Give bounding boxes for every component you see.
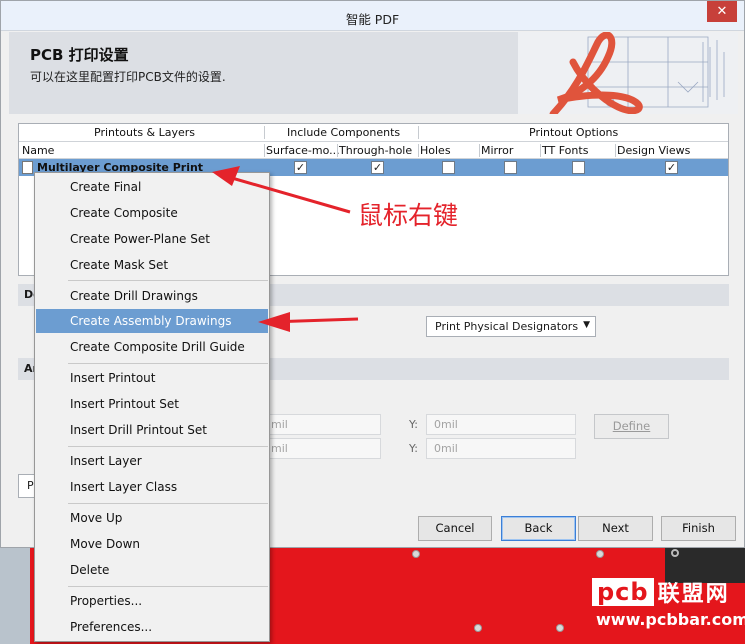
arrow-head (258, 312, 290, 332)
arrow-head (212, 166, 240, 186)
annotation-label: 鼠标右键 (358, 201, 459, 230)
annotation-arrows (212, 166, 359, 332)
arrow-to-row (224, 174, 351, 214)
